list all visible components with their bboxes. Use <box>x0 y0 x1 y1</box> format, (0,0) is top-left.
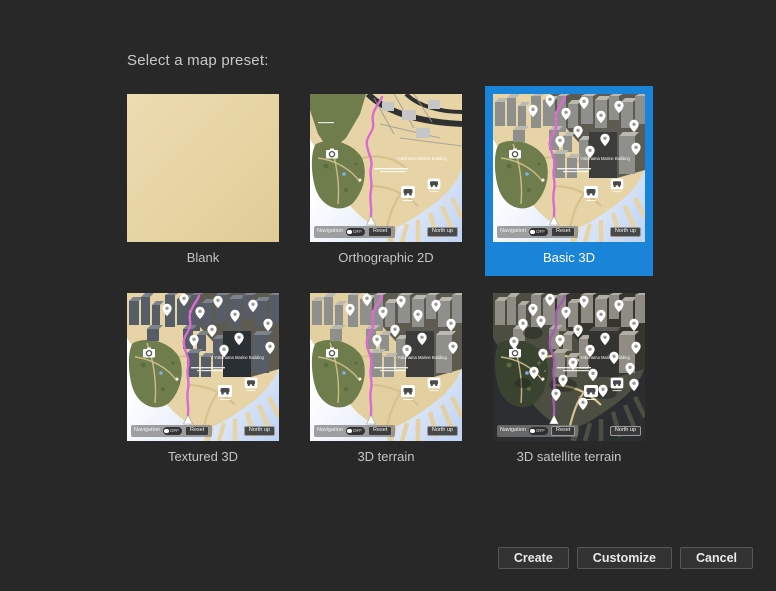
reset-button-preview: Reset <box>368 426 392 436</box>
preview-toolbar: Navigation OFF Reset North up <box>314 226 458 238</box>
navigation-label: Navigation <box>500 229 526 235</box>
north-up-button-preview: North up <box>427 227 458 237</box>
navigation-toggle: OFF <box>529 228 548 236</box>
preview-navigation-bar: Navigation OFF Reset <box>497 425 578 437</box>
cancel-button[interactable]: Cancel <box>680 547 753 569</box>
navigation-label: Navigation <box>134 428 160 434</box>
blue-dot-marker <box>342 371 346 375</box>
preset-grid: Blank <box>127 94 645 467</box>
map-annotation: Yokohama Marine Building <box>580 355 630 360</box>
preview-navigation-bar: Navigation OFF Reset <box>497 226 578 238</box>
navigation-off-state: OFF <box>353 230 362 235</box>
navigation-label: Navigation <box>317 428 343 434</box>
map-preview-graphic: Yokohama Marine Building <box>310 94 462 242</box>
preset-label: 3D satellite terrain <box>493 447 645 467</box>
preset-thumbnail: Yokohama Marine Building Navigation OFF … <box>127 293 279 441</box>
north-up-button-preview: North up <box>610 227 641 237</box>
navigation-off-state: OFF <box>536 429 545 434</box>
map-preset-dialog: Select a map preset: Blank <box>0 0 776 591</box>
preset-3d-satellite-terrain[interactable]: Yokohama Marine Building Navigation OFF … <box>493 293 645 467</box>
reset-button-preview: Reset <box>551 426 575 436</box>
reset-button-preview: Reset <box>185 426 209 436</box>
toggle-dot-icon <box>530 230 535 235</box>
map-annotation: Yokohama Marine Building <box>214 355 264 360</box>
navigation-toggle: OFF <box>163 427 182 435</box>
map-preview-graphic: Yokohama Marine Building <box>310 293 462 441</box>
toggle-dot-icon <box>347 429 352 434</box>
camera-icon <box>509 348 521 358</box>
blue-dot-marker <box>525 172 529 176</box>
preset-3d-terrain[interactable]: Yokohama Marine Building Navigation OFF … <box>310 293 462 467</box>
reset-button-preview: Reset <box>551 227 575 237</box>
preset-textured-3d[interactable]: Yokohama Marine Building Navigation OFF … <box>127 293 279 467</box>
map-preview-graphic: Yokohama Marine Building <box>493 293 645 441</box>
preset-thumbnail: Yokohama Marine Building Navigation OFF … <box>493 94 645 242</box>
navigation-off-state: OFF <box>170 429 179 434</box>
preset-label: Orthographic 2D <box>310 248 462 268</box>
navigation-label: Navigation <box>317 229 343 235</box>
preset-label: Basic 3D <box>493 248 645 268</box>
customize-button[interactable]: Customize <box>577 547 672 569</box>
north-up-button-preview: North up <box>244 426 275 436</box>
preset-thumbnail: Yokohama Marine Building Navigation OFF … <box>310 94 462 242</box>
create-button[interactable]: Create <box>498 547 569 569</box>
preview-navigation-bar: Navigation OFF Reset <box>314 226 395 238</box>
navigation-label: Navigation <box>500 428 526 434</box>
map-annotation: Yokohama Marine Building <box>580 156 630 161</box>
preview-navigation-bar: Navigation OFF Reset <box>314 425 395 437</box>
navigation-toggle: OFF <box>346 427 365 435</box>
preset-orthographic-2d[interactable]: Yokohama Marine Building Navigation OFF … <box>310 94 462 268</box>
north-up-button-preview: North up <box>610 426 641 436</box>
camera-icon <box>326 348 338 358</box>
preset-label: Textured 3D <box>127 447 279 467</box>
map-preview-graphic: Yokohama Marine Building <box>493 94 645 242</box>
map-annotation: Yokohama Marine Building <box>397 355 447 360</box>
navigation-off-state: OFF <box>536 230 545 235</box>
navigation-toggle: OFF <box>346 228 365 236</box>
preview-toolbar: Navigation OFF Reset North up <box>497 226 641 238</box>
toggle-dot-icon <box>164 429 169 434</box>
preview-navigation-bar: Navigation OFF Reset <box>131 425 212 437</box>
toggle-dot-icon <box>347 230 352 235</box>
preset-basic-3d[interactable]: Yokohama Marine Building Navigation OFF … <box>493 94 645 268</box>
blue-dot-marker <box>159 371 163 375</box>
navigation-off-state: OFF <box>353 429 362 434</box>
reset-button-preview: Reset <box>368 227 392 237</box>
preset-thumbnail: Yokohama Marine Building Navigation OFF … <box>310 293 462 441</box>
preset-label: Blank <box>127 248 279 268</box>
map-annotation: Yokohama Marine Building <box>397 156 447 161</box>
map-preview-graphic: Yokohama Marine Building <box>127 293 279 441</box>
blue-dot-marker <box>342 172 346 176</box>
camera-icon <box>509 149 521 159</box>
navigation-toggle: OFF <box>529 427 548 435</box>
preset-thumbnail <box>127 94 279 242</box>
camera-icon <box>326 149 338 159</box>
preview-toolbar: Navigation OFF Reset North up <box>314 425 458 437</box>
preview-toolbar: Navigation OFF Reset North up <box>131 425 275 437</box>
toggle-dot-icon <box>530 429 535 434</box>
dialog-actions: Create Customize Cancel <box>498 547 753 569</box>
dialog-title: Select a map preset: <box>127 52 269 69</box>
preset-blank[interactable]: Blank <box>127 94 279 268</box>
preview-toolbar: Navigation OFF Reset North up <box>497 425 641 437</box>
north-up-button-preview: North up <box>427 426 458 436</box>
camera-icon <box>143 348 155 358</box>
preset-thumbnail: Yokohama Marine Building Navigation OFF … <box>493 293 645 441</box>
preset-label: 3D terrain <box>310 447 462 467</box>
blue-dot-marker <box>525 371 529 375</box>
